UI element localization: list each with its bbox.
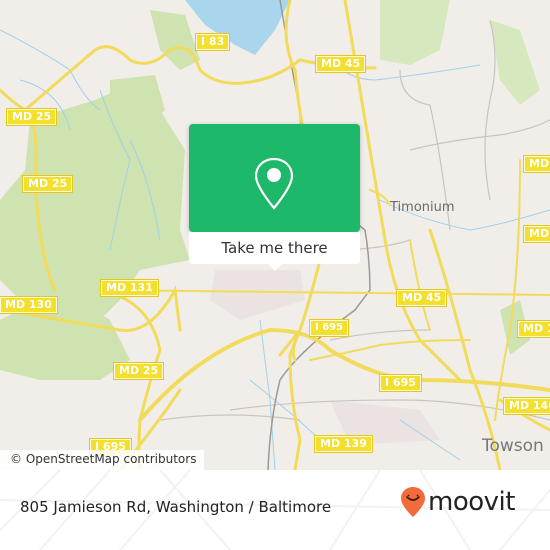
road-shield-i695: I 695 — [379, 374, 422, 392]
map-pin-icon — [252, 157, 296, 215]
road-shield-md25: MD 25 — [21, 175, 74, 193]
moovit-wordmark: moovit — [428, 487, 515, 517]
road-shield-i83: I 83 — [194, 33, 231, 51]
place-label-towson: Towson — [482, 436, 544, 456]
road-shield-i695: I 695 — [308, 319, 350, 337]
osm-attribution[interactable]: © OpenStreetMap contributors — [0, 450, 205, 470]
location-popup: Take me there — [189, 124, 360, 264]
road-shield-md131: MD 131 — [100, 279, 159, 297]
address-text: 805 Jamieson Rd, Washington / Baltimore — [20, 498, 332, 516]
take-me-there-button[interactable]: Take me there — [189, 232, 360, 264]
park-area — [380, 0, 450, 65]
road-shield-md45: MD 45 — [395, 289, 448, 307]
urban-area — [210, 270, 305, 320]
road-shield-md14: MD 14 — [516, 320, 550, 338]
road-shield-md130: MD 130 — [0, 296, 58, 314]
map-canvas[interactable]: I 83 MD 45 MD 25 MD 25 MD 131 MD 130 MD … — [0, 0, 550, 470]
park-area — [490, 20, 540, 105]
road-shield-md1: MD 1 — [523, 225, 550, 243]
road-shield-md146: MD 146 — [503, 397, 550, 415]
moovit-logo[interactable]: moovit — [400, 486, 515, 518]
road-shield-md139: MD 139 — [314, 435, 373, 453]
place-label-timonium: Timonium — [390, 200, 455, 215]
road-shield-md1: MD 1 — [523, 155, 550, 173]
road-shield-md45: MD 45 — [314, 55, 367, 73]
footer-bar: 805 Jamieson Rd, Washington / Baltimore … — [0, 470, 550, 550]
moovit-pin-icon — [401, 487, 425, 517]
road-shield-md25: MD 25 — [5, 108, 58, 126]
road-shield-md25: MD 25 — [112, 362, 165, 380]
popup-pointer — [267, 263, 283, 271]
